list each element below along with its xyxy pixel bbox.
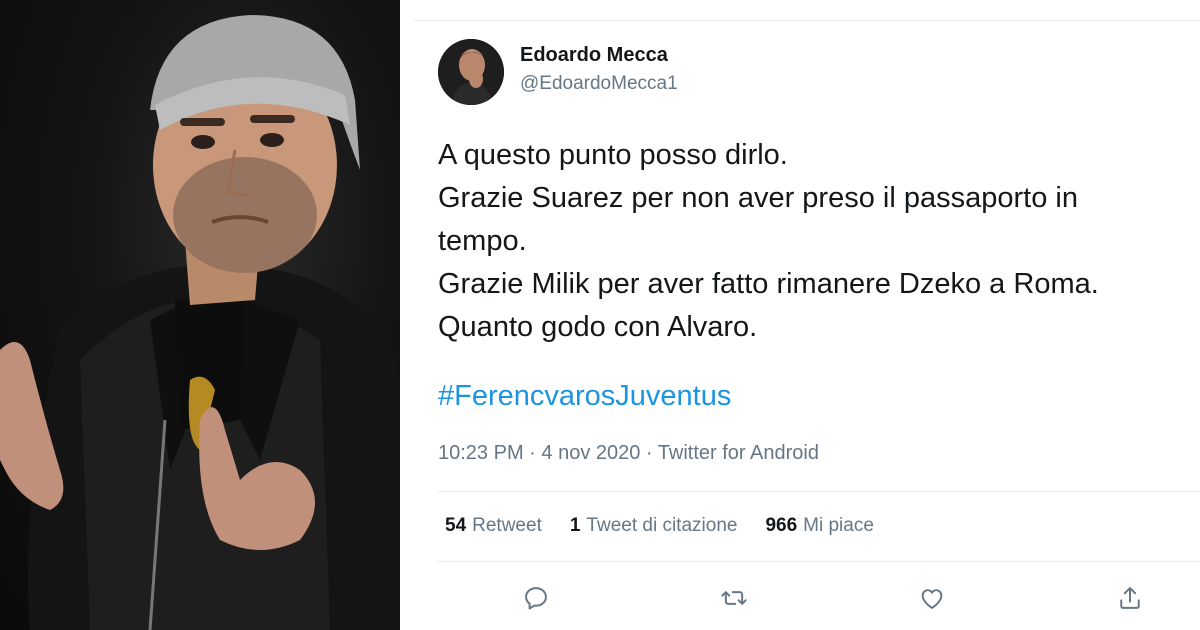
author-display-name[interactable]: Edoardo Mecca — [520, 44, 668, 67]
retweet-count: 54 — [445, 515, 467, 536]
quote-label: Tweet di citazione — [586, 515, 738, 536]
photo-gutter — [400, 0, 414, 630]
author-handle[interactable]: @EdoardoMecca1 — [520, 73, 678, 95]
stats-bottom-divider — [438, 561, 1200, 562]
share-button[interactable] — [1110, 578, 1150, 618]
author-avatar[interactable] — [438, 39, 504, 105]
photo-illustration — [0, 15, 400, 630]
meta-separator: · — [640, 442, 658, 464]
profile-photo — [0, 0, 400, 630]
tweet-text: A questo punto posso dirlo. Grazie Suare… — [438, 134, 1178, 349]
tweet-text-line: Grazie Suarez per non aver preso il pass… — [438, 182, 1078, 214]
like-label: Mi piace — [803, 515, 874, 536]
retweet-label: Retweet — [472, 515, 542, 536]
like-count: 966 — [765, 515, 798, 536]
quote-count: 1 — [569, 515, 581, 536]
retweet-button[interactable] — [714, 578, 754, 618]
stats-top-divider — [438, 491, 1200, 492]
tweet-text-line: tempo. — [438, 225, 527, 257]
retweet-icon — [721, 591, 747, 605]
reply-icon — [525, 587, 547, 610]
retweet-stat[interactable]: 54 Retweet — [445, 515, 542, 537]
avatar-image — [438, 39, 504, 105]
tweet-stats: 54 Retweet 1 Tweet di citazione 966 Mi piac… — [445, 515, 874, 537]
tweet-time[interactable]: 10:23 PM — [438, 442, 524, 464]
quote-stat[interactable]: 1 Tweet di citazione — [570, 515, 738, 537]
tweet-meta: 10:23 PM · 4 nov 2020 · Twitter for Andr… — [438, 442, 819, 465]
tweet-text-line: Grazie Milik per aver fatto rimanere Dze… — [438, 268, 1099, 300]
hashtag-link[interactable]: #FerencvarosJuventus — [438, 380, 731, 413]
share-icon — [1120, 587, 1140, 609]
tweet-text-line: A questo punto posso dirlo. — [438, 139, 788, 171]
like-stat[interactable]: 966 Mi piace — [765, 515, 873, 537]
tweet-date[interactable]: 4 nov 2020 — [541, 442, 640, 464]
top-divider — [414, 20, 1200, 21]
meta-separator: · — [523, 442, 542, 464]
like-button[interactable] — [912, 578, 952, 618]
tweet-actions — [414, 578, 1200, 618]
tweet-card: Edoardo Mecca @EdoardoMecca1 A questo pu… — [414, 0, 1200, 630]
tweet-text-line: Quanto godo con Alvaro. — [438, 311, 758, 343]
reply-button[interactable] — [516, 578, 556, 618]
like-icon — [921, 589, 943, 609]
tweet-source[interactable]: Twitter for Android — [658, 442, 819, 464]
